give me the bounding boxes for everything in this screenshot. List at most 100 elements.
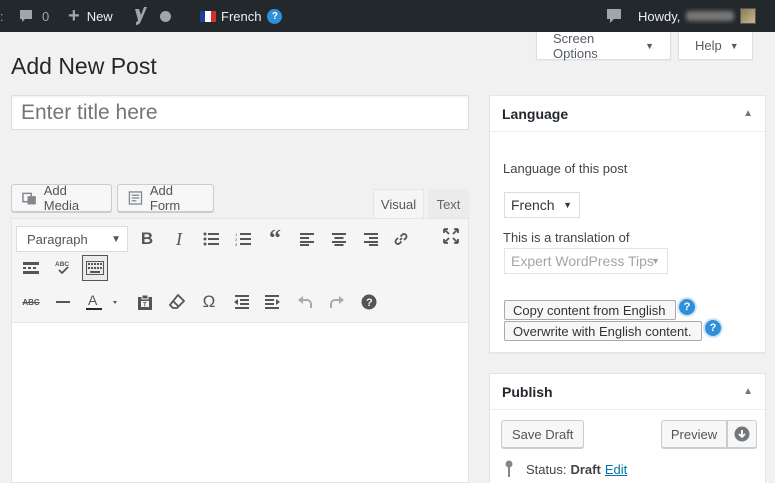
caret-down-icon: ▼ [651, 256, 660, 266]
publish-box-title[interactable]: Publish [490, 374, 765, 410]
tab-visual[interactable]: Visual [373, 189, 424, 219]
paste-as-text-icon[interactable]: T [134, 291, 156, 313]
french-flag-icon [200, 10, 216, 22]
special-character-icon[interactable]: Ω [198, 291, 220, 313]
comments-menu[interactable]: 0 [18, 0, 49, 32]
pin-icon [505, 460, 513, 477]
page-title: Add New Post [11, 53, 157, 79]
language-metabox: Language ▲ Language of this post French … [489, 95, 766, 353]
new-label: New [86, 8, 113, 24]
form-icon [128, 191, 143, 205]
username-blurred [686, 11, 735, 21]
language-box-title[interactable]: Language [490, 96, 765, 132]
menu-toggle-edge[interactable]: : [0, 0, 6, 32]
post-title-input[interactable] [11, 95, 469, 130]
add-form-button[interactable]: Add Form [117, 183, 214, 213]
publish-metabox: Publish ▲ Save Draft Preview Status: Dra… [489, 373, 766, 483]
keyboard-shortcuts-icon[interactable]: ? [358, 291, 380, 313]
fullscreen-icon[interactable] [440, 225, 462, 247]
horizontal-line-icon[interactable] [52, 291, 74, 313]
copy-content-button[interactable]: Copy content from English [504, 300, 676, 320]
comment-bubble-icon [20, 10, 32, 22]
post-status-row: Status: Draft Edit [504, 460, 627, 478]
preview-label: Preview [670, 426, 718, 442]
add-form-label: Add Form [149, 183, 181, 213]
toolbar-toggle-icon[interactable] [82, 255, 108, 281]
svg-text:T: T [143, 302, 147, 308]
post-language-select[interactable]: French ▼ [504, 192, 580, 218]
dropdown-circle-icon [734, 426, 750, 442]
overwrite-content-label: Overwrite with English content. [513, 323, 692, 339]
edit-status-link[interactable]: Edit [605, 462, 627, 477]
editor-toolbar: Paragraph ▼ B I 123 “ ABC ABC A T Ω ? [12, 219, 468, 323]
align-center-icon[interactable] [328, 228, 350, 250]
overwrite-help-icon[interactable]: ? [705, 320, 721, 336]
help-label: Help [695, 38, 722, 53]
strikethrough-icon[interactable]: ABC [20, 291, 42, 313]
tab-text-label: Text [436, 196, 461, 212]
new-content-menu[interactable]: + New [68, 0, 113, 32]
indent-icon[interactable] [262, 291, 284, 313]
post-language-value: French [511, 197, 555, 213]
add-media-button[interactable]: Add Media [11, 183, 112, 213]
numbered-list-icon[interactable]: 123 [232, 228, 254, 250]
svg-text:3: 3 [235, 242, 238, 246]
translation-of-label: This is a translation of [503, 230, 630, 245]
post-content-editor[interactable]: Paragraph ▼ B I 123 “ ABC ABC A T Ω ? [11, 218, 469, 483]
collapse-arrow-icon[interactable]: ▲ [743, 108, 753, 119]
publish-box-title-text: Publish [502, 383, 553, 400]
status-label: Status: [526, 461, 567, 477]
spellcheck-icon[interactable]: ABC [52, 257, 74, 279]
media-icon [22, 192, 36, 205]
preview-options-button[interactable] [727, 420, 757, 448]
tab-text[interactable]: Text [428, 189, 469, 219]
text-color-icon[interactable]: A [84, 291, 120, 313]
align-left-icon[interactable] [296, 228, 318, 250]
svg-text:A: A [88, 293, 98, 308]
comments-count: 0 [42, 8, 50, 24]
language-switcher[interactable]: French ? [200, 0, 283, 32]
account-menu[interactable]: Howdy, [638, 0, 757, 32]
language-box-title-text: Language [502, 105, 569, 122]
save-draft-label: Save Draft [512, 426, 574, 442]
overwrite-content-button[interactable]: Overwrite with English content. [504, 321, 702, 341]
outdent-icon[interactable] [230, 291, 252, 313]
align-right-icon[interactable] [360, 228, 382, 250]
screen-options-button[interactable]: Screen Options ▼ [536, 31, 671, 61]
copy-content-label: Copy content from English [513, 302, 666, 318]
undo-icon[interactable] [294, 291, 316, 313]
notifications-menu[interactable] [606, 0, 622, 32]
caret-down-icon: ▼ [563, 200, 572, 210]
save-draft-button[interactable]: Save Draft [501, 420, 585, 448]
help-icon: ? [267, 8, 283, 24]
language-of-post-label: Language of this post [503, 161, 628, 176]
yoast-menu[interactable] [134, 0, 171, 32]
bulleted-list-icon[interactable] [200, 228, 222, 250]
plus-icon: + [68, 4, 80, 27]
add-media-label: Add Media [43, 183, 80, 213]
format-select-value: Paragraph [27, 231, 88, 247]
caret-down-icon: ▼ [645, 40, 654, 51]
help-button[interactable]: Help ▼ [678, 32, 753, 60]
read-more-icon[interactable] [20, 257, 42, 279]
yoast-logo-icon [135, 7, 147, 25]
format-select[interactable]: Paragraph ▼ [16, 226, 128, 252]
redo-icon[interactable] [326, 291, 348, 313]
preview-button[interactable]: Preview [661, 420, 727, 448]
status-dot-icon [160, 10, 171, 22]
status-value: Draft [570, 461, 601, 477]
copy-help-icon[interactable]: ? [679, 299, 695, 315]
svg-text:?: ? [366, 297, 373, 309]
caret-down-icon: ▼ [729, 40, 739, 51]
caret-down-icon: ▼ [111, 233, 121, 245]
collapse-arrow-icon[interactable]: ▲ [743, 386, 753, 397]
howdy-label: Howdy, [638, 8, 681, 24]
clear-formatting-icon[interactable] [166, 291, 188, 313]
admin-bar: : 0 + New French ? Howdy, [0, 0, 775, 32]
italic-icon[interactable]: I [168, 228, 190, 250]
bold-icon[interactable]: B [136, 228, 158, 250]
blockquote-icon[interactable]: “ [264, 226, 286, 252]
insert-link-icon[interactable] [390, 228, 412, 250]
tab-visual-label: Visual [380, 197, 417, 212]
translation-of-select[interactable]: Expert WordPress Tips ▼ [504, 248, 668, 274]
